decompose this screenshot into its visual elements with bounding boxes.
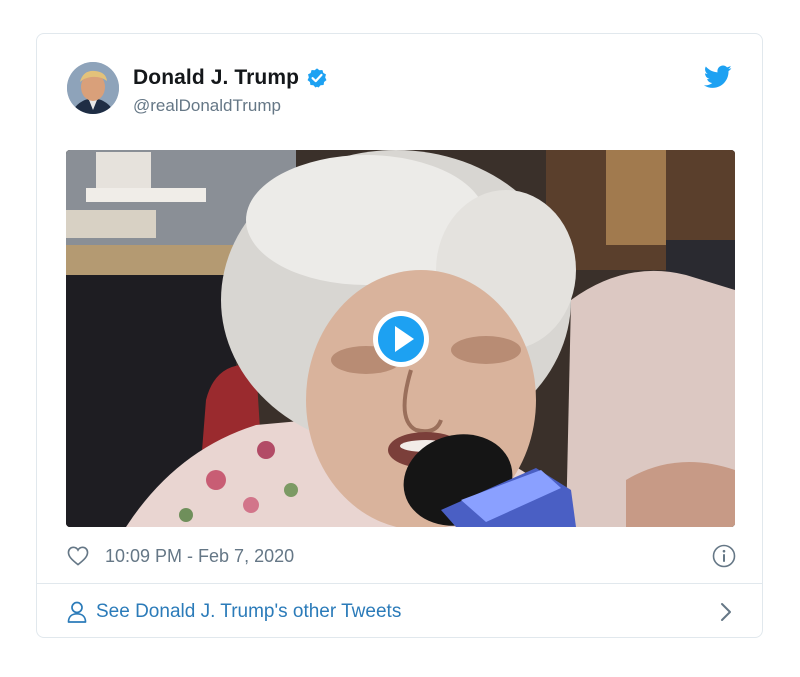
play-icon[interactable] bbox=[371, 309, 431, 369]
tweet-timestamp[interactable]: 10:09 PM - Feb 7, 2020 bbox=[105, 546, 294, 567]
author-avatar[interactable] bbox=[67, 62, 119, 114]
other-tweets-label[interactable]: See Donald J. Trump's other Tweets bbox=[96, 601, 401, 623]
tweet-meta: 10:09 PM - Feb 7, 2020 bbox=[67, 541, 736, 571]
footer-divider bbox=[37, 583, 762, 584]
chevron-right-icon[interactable] bbox=[720, 602, 732, 622]
video-thumbnail[interactable] bbox=[66, 150, 735, 527]
twitter-bird-icon[interactable] bbox=[703, 65, 732, 89]
heart-icon[interactable] bbox=[67, 546, 89, 566]
verified-badge-icon bbox=[306, 67, 328, 89]
author-name[interactable]: Donald J. Trump bbox=[133, 66, 299, 90]
author-handle[interactable]: @realDonaldTrump bbox=[133, 96, 328, 116]
other-tweets-link[interactable]: See Donald J. Trump's other Tweets bbox=[67, 596, 736, 628]
info-icon[interactable] bbox=[712, 544, 736, 568]
person-icon bbox=[67, 601, 87, 623]
embedded-tweet-card: Donald J. Trump @realDonaldTrump 10:09 P… bbox=[36, 33, 763, 638]
author-name-row: Donald J. Trump bbox=[133, 66, 328, 90]
tweet-author: Donald J. Trump @realDonaldTrump bbox=[133, 66, 328, 116]
